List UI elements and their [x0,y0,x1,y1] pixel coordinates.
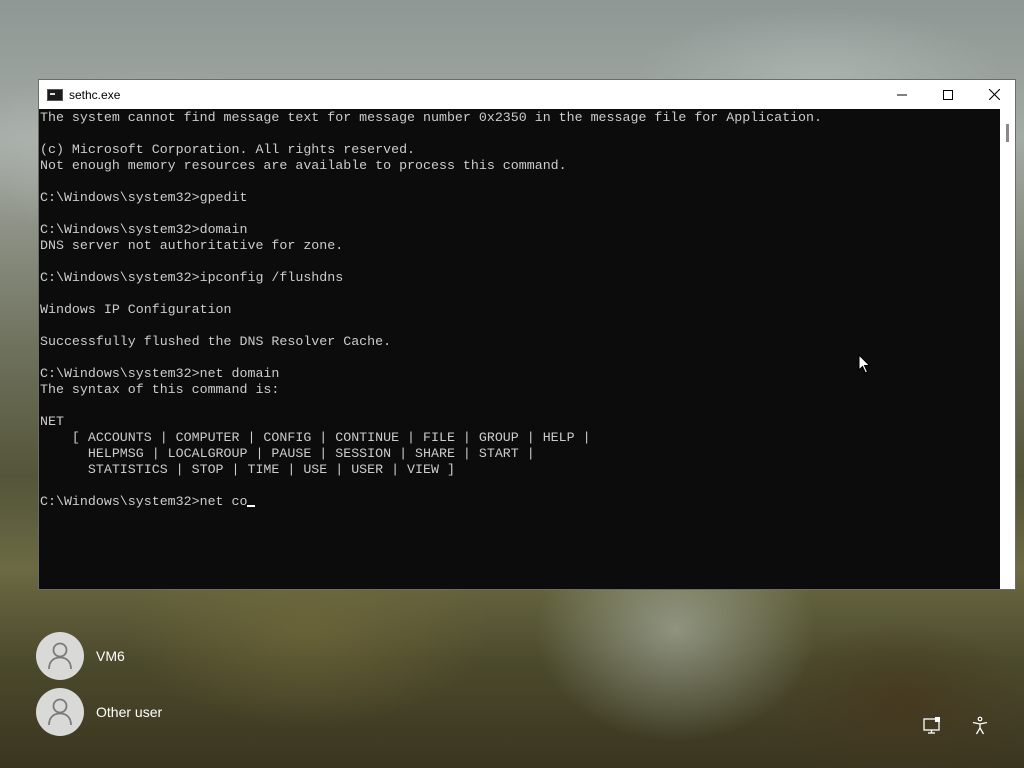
window-title: sethc.exe [69,87,121,102]
console-line: The system cannot find message text for … [40,110,822,125]
console-line: (c) Microsoft Corporation. All rights re… [40,142,416,157]
minimize-button[interactable] [879,80,925,109]
network-icon [923,717,940,734]
console-line: Windows IP Configuration [40,302,232,317]
text-cursor [247,505,256,507]
console-line: Not enough memory resources are availabl… [40,158,567,173]
console-line: [ ACCOUNTS | COMPUTER | CONFIG | CONTINU… [40,430,591,445]
console-text: The system cannot find message text for … [39,109,1000,510]
maximize-button[interactable] [925,80,971,109]
console-line: DNS server not authoritative for zone. [40,238,344,253]
user-avatar-icon [36,688,84,736]
user-tile-vm6[interactable]: VM6 [36,632,125,680]
accessibility-button[interactable] [968,714,992,738]
console-line: STATISTICS | STOP | TIME | USE | USER | … [40,462,455,477]
console-line: NET [40,414,64,429]
title-bar[interactable]: sethc.exe [39,80,1015,109]
console-line: C:\Windows\system32>net domain [40,366,280,381]
user-name: VM6 [96,648,125,664]
close-button[interactable] [971,80,1017,109]
console-line: Successfully flushed the DNS Resolver Ca… [40,334,392,349]
mouse-cursor-icon [858,354,871,374]
console-line: C:\Windows\system32>ipconfig /flushdns [40,270,344,285]
scrollbar-thumb[interactable] [1006,124,1009,142]
minimize-icon [897,94,907,95]
accessibility-icon [972,716,988,735]
network-button[interactable] [920,714,944,738]
console-prompt-line[interactable]: C:\Windows\system32>net co [40,494,247,509]
user-avatar-icon [36,632,84,680]
console-line: The syntax of this command is: [40,382,280,397]
maximize-icon [943,89,953,100]
vertical-scrollbar[interactable] [1000,109,1015,589]
console-line: HELPMSG | LOCALGROUP | PAUSE | SESSION |… [40,446,535,461]
console-output[interactable]: The system cannot find message text for … [39,109,1000,589]
close-icon [988,89,1000,100]
user-tile-other[interactable]: Other user [36,688,162,736]
cmd-icon [47,88,63,101]
console-line: C:\Windows\system32>domain [40,222,248,237]
console-line: C:\Windows\system32>gpedit [40,190,248,205]
console-window[interactable]: sethc.exe The system cannot find message… [38,79,1016,590]
user-name: Other user [96,704,163,720]
